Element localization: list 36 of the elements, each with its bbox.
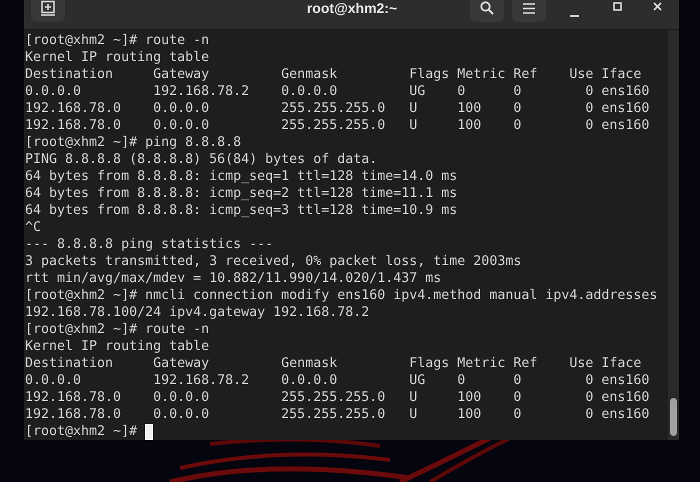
terminal-line: [root@xhm2 ~]# nmcli connection modify ens160 ipv4.method manual ipv4.addresses xyxy=(25,287,658,304)
menu-icon xyxy=(523,2,535,14)
search-icon xyxy=(480,1,494,15)
terminal-line: 64 bytes from 8.8.8.8: icmp_seq=1 ttl=128 time=14.0 ms xyxy=(25,168,458,185)
close-icon xyxy=(652,2,662,10)
terminal-line: PING 8.8.8.8 (8.8.8.8) 56(84) bytes of data. xyxy=(25,151,378,168)
terminal-line: --- 8.8.8.8 ping statistics --- xyxy=(25,236,274,253)
new-tab-button[interactable] xyxy=(31,0,65,22)
terminal-line: Kernel IP routing table xyxy=(25,338,210,355)
text-cursor xyxy=(145,424,154,440)
shell-prompt: [root@xhm2 ~]# xyxy=(25,423,138,440)
terminal-line: ^C xyxy=(25,219,42,236)
scrollbar-thumb[interactable] xyxy=(670,398,677,436)
maximize-icon xyxy=(612,2,622,10)
terminal-line: 0.0.0.0 192.168.78.2 0.0.0.0 UG 0 0 0 ens160 xyxy=(25,83,650,100)
terminal-line: 64 bytes from 8.8.8.8: icmp_seq=2 ttl=128 time=11.1 ms xyxy=(25,185,458,202)
terminal-line: 3 packets transmitted, 3 received, 0% packet loss, time 2003ms xyxy=(25,253,522,270)
terminal-line: 192.168.78.0 0.0.0.0 255.255.255.0 U 100 0 0 ens160 xyxy=(25,117,650,134)
search-button[interactable] xyxy=(470,0,504,22)
menu-button[interactable] xyxy=(512,0,546,22)
terminal-line: 64 bytes from 8.8.8.8: icmp_seq=3 ttl=128 time=10.9 ms xyxy=(25,202,458,219)
terminal-line: [root@xhm2 ~]# route -n xyxy=(25,32,210,49)
window-title: root@xhm2:~ xyxy=(306,0,398,18)
minimize-icon xyxy=(570,15,578,17)
terminal-line: 192.168.78.0 0.0.0.0 255.255.255.0 U 100 0 0 ens160 xyxy=(25,406,650,423)
terminal-line: Destination Gateway Genmask Flags Metric Ref Use Iface xyxy=(25,355,642,372)
terminal-line: 192.168.78.0 0.0.0.0 255.255.255.0 U 100 0 0 ens160 xyxy=(25,100,650,117)
terminal-line: 192.168.78.100/24 ipv4.gateway 192.168.78.2 xyxy=(25,304,370,321)
new-tab-icon xyxy=(40,0,56,16)
terminal-line: rtt min/avg/max/mdev = 10.882/11.990/14.020/1.437 ms xyxy=(25,270,442,287)
terminal-line: [root@xhm2 ~]# route -n xyxy=(25,321,210,338)
terminal-line: 192.168.78.0 0.0.0.0 255.255.255.0 U 100 0 0 ens160 xyxy=(25,389,650,406)
terminal-line: 0.0.0.0 192.168.78.2 0.0.0.0 UG 0 0 0 ens160 xyxy=(25,372,650,389)
terminal-line: [root@xhm2 ~]# ping 8.8.8.8 xyxy=(25,134,242,151)
terminal-line: Destination Gateway Genmask Flags Metric Ref Use Iface xyxy=(25,66,642,83)
terminal-line: Kernel IP routing table xyxy=(25,49,210,66)
